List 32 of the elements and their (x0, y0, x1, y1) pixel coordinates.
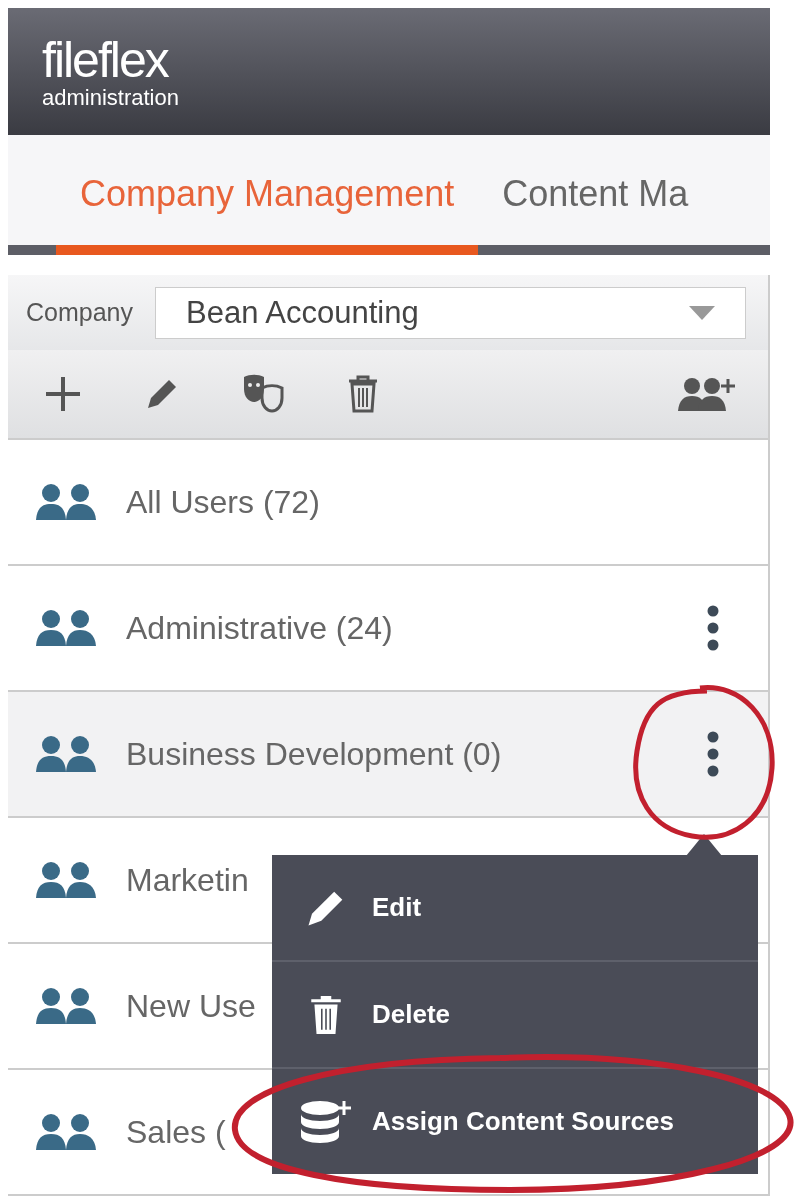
caret-icon (689, 305, 715, 320)
trash-icon[interactable] (348, 375, 378, 413)
add-icon[interactable] (44, 375, 82, 413)
group-name: Administrative (24) (126, 609, 393, 647)
tab[interactable]: Content Ma (478, 173, 713, 255)
logo-text: fileflex (42, 34, 170, 85)
database-add-icon (300, 1099, 352, 1144)
tab[interactable]: Company Management (56, 173, 479, 255)
group-row[interactable]: All Users (72) (8, 440, 770, 566)
group-name: Business Development (0) (126, 735, 502, 773)
group-name: Marketin (126, 861, 249, 899)
users-icon (36, 736, 98, 772)
logo-subtitle: administration (42, 86, 179, 109)
menu-item[interactable]: Delete (272, 962, 758, 1069)
group-name: All Users (72) (126, 483, 320, 521)
users-icon (36, 988, 98, 1024)
users-icon (36, 484, 98, 520)
users-icon (36, 610, 98, 646)
group-name: New Use (126, 987, 256, 1025)
menu-item[interactable]: Assign Content Sources (272, 1069, 758, 1174)
company-dropdown[interactable]: Bean Accounting (155, 286, 746, 339)
users-icon (36, 862, 98, 898)
menu-item[interactable]: Edit (272, 855, 758, 962)
masks-icon[interactable] (242, 374, 286, 414)
more-icon[interactable] (706, 605, 720, 651)
company-label: Company (26, 298, 133, 327)
group-row[interactable]: Administrative (24) (8, 566, 770, 692)
more-icon[interactable] (706, 731, 720, 777)
group-row[interactable]: Business Development (0) (8, 692, 770, 818)
add-user-icon[interactable] (678, 377, 738, 411)
group-name: Sales ( (126, 1113, 226, 1151)
users-icon (36, 1114, 98, 1150)
